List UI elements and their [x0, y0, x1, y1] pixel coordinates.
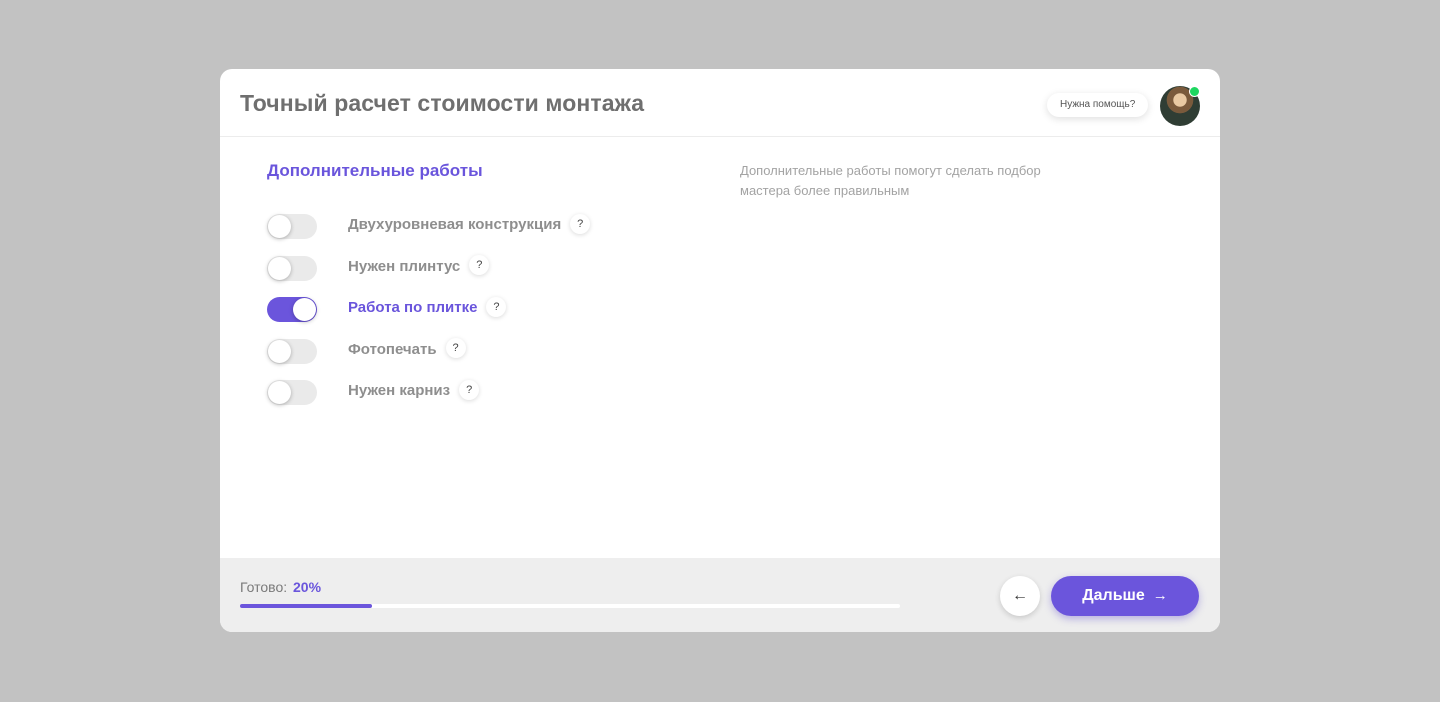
help-icon[interactable]: ?	[445, 338, 466, 359]
option-label[interactable]: Нужен плинтус?	[348, 255, 490, 276]
toggle-switch[interactable]	[267, 214, 317, 239]
option-label[interactable]: Работа по плитке?	[348, 296, 507, 317]
help-icon[interactable]: ?	[570, 213, 591, 234]
progress-fill	[240, 604, 372, 608]
toggle-switch[interactable]	[267, 255, 317, 281]
toggle-knob	[268, 215, 291, 238]
option-label[interactable]: Фотопечать?	[348, 338, 466, 359]
section-hint: Дополнительные работы помогут сделать по…	[740, 163, 1041, 198]
progress-percent: 20%	[293, 579, 322, 595]
next-button[interactable]: Дальше →	[1051, 576, 1199, 616]
toggle-knob	[268, 256, 291, 280]
progress-caption: Готово:	[240, 579, 288, 595]
calculator-modal: Точный расчет стоимости монтажа Нужна по…	[220, 69, 1220, 632]
section-title: Дополнительные работы	[267, 161, 483, 180]
progress-bar	[240, 604, 900, 608]
option-label[interactable]: Двухуровневая конструкция?	[348, 213, 591, 234]
help-button[interactable]: Нужна помощь?	[1047, 93, 1149, 117]
option-label[interactable]: Нужен карниз?	[348, 379, 480, 400]
arrow-left-icon: ←	[1012, 587, 1028, 604]
toggle-knob	[293, 298, 316, 321]
arrow-right-icon: →	[1152, 587, 1168, 604]
modal-header: Точный расчет стоимости монтажа Нужна по…	[220, 69, 1220, 137]
toggle-knob	[268, 339, 291, 363]
help-icon[interactable]: ?	[486, 296, 507, 317]
page-title: Точный расчет стоимости монтажа	[240, 90, 645, 116]
back-button[interactable]: ←	[1000, 576, 1040, 616]
modal-footer: Готово: 20% ← Дальше →	[220, 558, 1220, 632]
toggle-switch[interactable]	[267, 297, 317, 322]
help-icon[interactable]: ?	[459, 379, 480, 400]
toggle-switch[interactable]	[267, 380, 317, 405]
progress-label: Готово: 20%	[240, 579, 321, 595]
online-status-indicator	[1189, 86, 1200, 97]
toggle-switch[interactable]	[267, 338, 317, 364]
next-button-label: Дальше	[1082, 587, 1145, 604]
help-icon[interactable]: ?	[469, 255, 490, 276]
toggle-knob	[268, 381, 291, 404]
